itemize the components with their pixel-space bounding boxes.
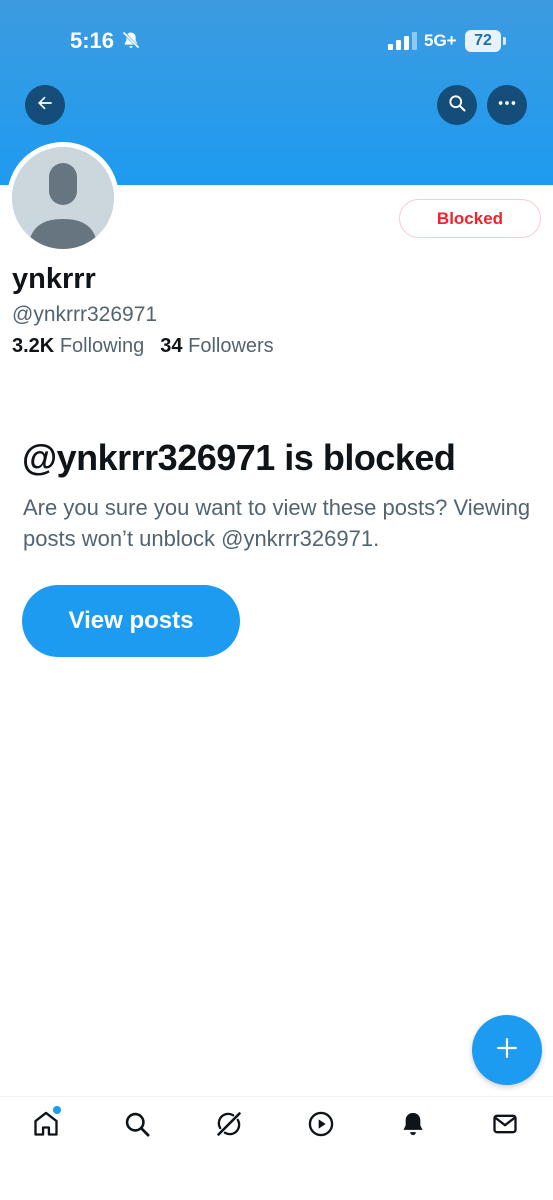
more-icon — [496, 92, 518, 119]
profile-stats: 3.2K Following 34 Followers — [12, 335, 274, 358]
battery-cap — [503, 37, 506, 45]
user-handle: @ynkrrr326971 — [12, 303, 158, 326]
back-arrow-icon — [35, 93, 55, 118]
following-link[interactable]: 3.2K Following — [12, 335, 144, 358]
home-icon — [32, 1110, 60, 1143]
tab-search[interactable] — [122, 1111, 152, 1141]
following-label: Following — [59, 335, 145, 357]
search-button[interactable] — [437, 85, 477, 125]
bottom-tab-bar — [0, 1096, 553, 1200]
tab-notifications[interactable] — [398, 1111, 428, 1141]
search-icon — [447, 93, 467, 118]
notifications-icon — [399, 1110, 427, 1143]
followers-label: Followers — [188, 335, 274, 357]
plus-icon — [494, 1035, 520, 1066]
home-unread-dot — [53, 1106, 61, 1114]
status-time: 5:16 — [70, 28, 115, 53]
network-type: 5G+ — [424, 31, 457, 50]
tab-video[interactable] — [306, 1111, 336, 1141]
battery-indicator: 72 — [465, 30, 501, 52]
blocked-description: Are you sure you want to view these post… — [23, 495, 531, 551]
status-bar: 5:16 5G+ 72 — [0, 0, 553, 80]
tab-messages[interactable] — [490, 1111, 520, 1141]
blocked-title: @ynkrrr326971 is blocked — [22, 437, 456, 478]
search-icon — [123, 1110, 151, 1143]
bell-slash-icon — [121, 30, 141, 55]
display-name: ynkrrr — [12, 263, 96, 295]
grok-icon — [215, 1110, 243, 1143]
back-button[interactable] — [25, 85, 65, 125]
view-posts-button[interactable]: View posts — [22, 585, 240, 657]
compose-button[interactable] — [472, 1015, 542, 1085]
default-avatar-icon — [12, 147, 114, 249]
following-count: 3.2K — [12, 335, 55, 357]
signal-icon — [388, 32, 418, 55]
video-icon — [307, 1110, 335, 1143]
followers-link[interactable]: 34 Followers — [160, 335, 273, 358]
avatar[interactable] — [7, 142, 119, 254]
messages-icon — [491, 1110, 519, 1143]
tab-grok[interactable] — [214, 1111, 244, 1141]
more-options-button[interactable] — [487, 85, 527, 125]
tab-home[interactable] — [31, 1111, 61, 1141]
blocked-button[interactable]: Blocked — [399, 199, 541, 238]
followers-count: 34 — [160, 335, 183, 357]
